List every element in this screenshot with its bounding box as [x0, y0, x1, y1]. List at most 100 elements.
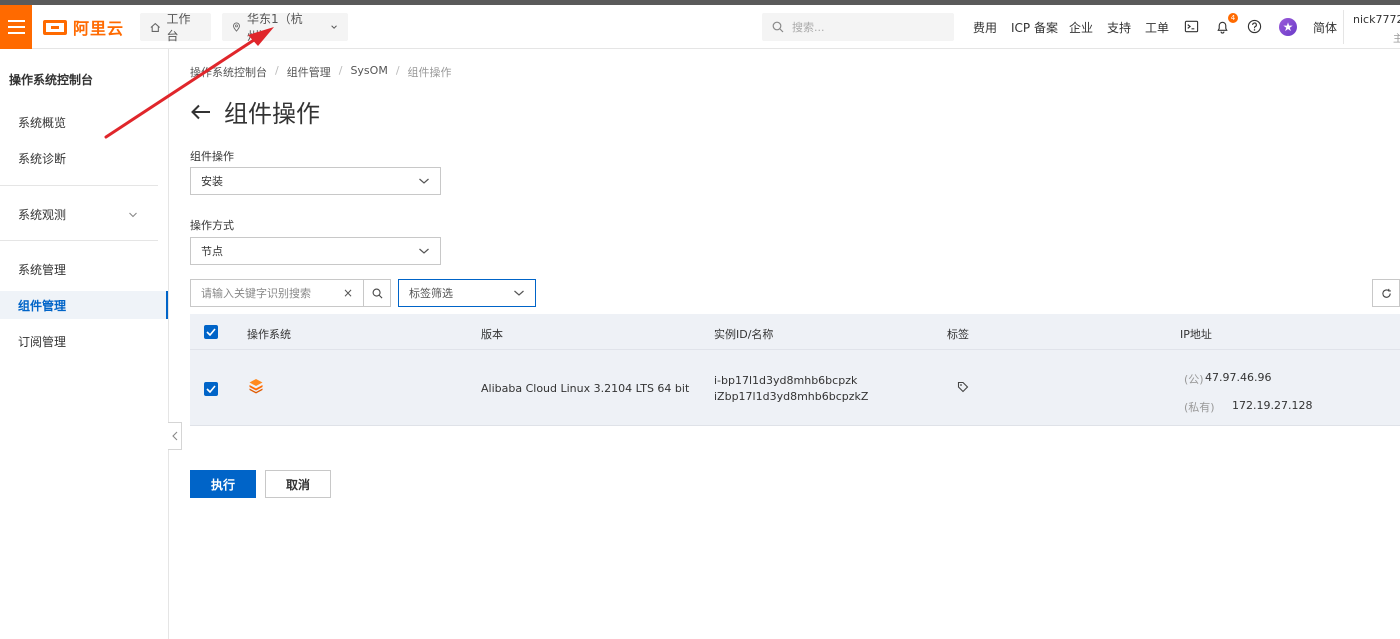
execute-button[interactable]: 执行: [190, 470, 256, 498]
billing-link[interactable]: 费用: [973, 19, 997, 36]
hamburger-menu-button[interactable]: [0, 5, 32, 49]
os-version: Alibaba Cloud Linux 3.2104 LTS 64 bit: [481, 382, 690, 395]
column-header-tags[interactable]: 标签: [947, 326, 969, 342]
sidebar-item-diagnosis[interactable]: 系统诊断: [0, 144, 168, 172]
operation-field-label: 组件操作: [190, 150, 234, 163]
row-checkbox[interactable]: [204, 382, 218, 396]
region-selector[interactable]: 华东1（杭州）: [222, 12, 348, 43]
user-role: 主: [1393, 34, 1400, 45]
region-label: 华东1（杭州）: [246, 12, 303, 43]
breadcrumb-separator: /: [395, 64, 400, 77]
menu-line: [7, 26, 25, 28]
clear-icon[interactable]: ×: [343, 286, 353, 300]
chevron-left-icon: [171, 431, 177, 441]
refresh-icon: [1381, 288, 1391, 298]
sidebar-item-subscription-management[interactable]: 订阅管理: [0, 327, 168, 355]
public-ip: 47.97.46.96: [1205, 371, 1272, 384]
page: 阿里云 工作台 华东1（杭州） 搜索... 费用 ICP 备案 企业 支持 工单…: [0, 0, 1400, 639]
private-ip: 172.19.27.128: [1232, 399, 1313, 412]
search-icon: [372, 288, 382, 298]
workbench-label: 工作台: [166, 12, 191, 43]
tag-filter-label: 标签筛选: [409, 287, 453, 300]
breadcrumb: 操作系统控制台 / 组件管理 / SysOM / 组件操作: [190, 64, 452, 80]
sidebar-item-system-management[interactable]: 系统管理: [0, 255, 168, 283]
home-icon: [150, 22, 161, 32]
public-ip-label: (公): [1184, 373, 1204, 386]
sidebar-item-label: 组件管理: [18, 298, 67, 313]
global-search-input[interactable]: 搜索...: [762, 13, 954, 41]
user-name[interactable]: nick77723: [1353, 13, 1400, 26]
breadcrumb-item-sysom[interactable]: SysOM: [350, 64, 387, 80]
alibaba-cloud-linux-icon: [249, 379, 263, 394]
sidebar: 操作系统控制台 系统概览 系统诊断 系统观测 系统管理 组件管理 订阅管理: [0, 49, 169, 639]
instance-name: iZbp17l1d3yd8mhb6bcpzkZ: [714, 390, 869, 403]
terminal-icon[interactable]: [1184, 19, 1200, 35]
workbench-button[interactable]: 工作台: [140, 12, 211, 43]
private-ip-label: (私有): [1184, 401, 1215, 414]
ai-assistant-icon[interactable]: ★: [1279, 18, 1297, 36]
sidebar-item-label: 系统诊断: [18, 151, 67, 166]
keyword-search-input[interactable]: 请输入关键字识别搜索 ×: [190, 279, 364, 307]
column-header-os[interactable]: 操作系统: [247, 326, 291, 342]
cancel-button[interactable]: 取消: [265, 470, 331, 498]
aliyun-logo[interactable]: 阿里云: [43, 16, 124, 38]
icp-filing-link[interactable]: ICP 备案: [1011, 19, 1058, 36]
sidebar-item-label: 系统观测: [18, 207, 67, 222]
keyword-search-button[interactable]: [363, 279, 391, 307]
notification-badge: 4: [1228, 13, 1238, 23]
top-navigation-bar: 阿里云 工作台 华东1（杭州） 搜索... 费用 ICP 备案 企业 支持 工单…: [0, 5, 1400, 49]
sidebar-divider: [0, 185, 158, 186]
back-arrow-icon[interactable]: [190, 103, 212, 121]
breadcrumb-item-console[interactable]: 操作系统控制台: [190, 64, 267, 80]
language-link[interactable]: 简体: [1313, 19, 1337, 36]
column-header-instance[interactable]: 实例ID/名称: [714, 326, 773, 342]
search-placeholder: 搜索...: [792, 21, 825, 34]
table-header: 操作系统 版本 实例ID/名称 标签 IP地址: [190, 314, 1400, 350]
sidebar-item-label: 订阅管理: [18, 334, 67, 349]
location-pin-icon: [233, 22, 240, 32]
breadcrumb-separator: /: [338, 64, 343, 77]
column-header-version[interactable]: 版本: [481, 326, 503, 342]
refresh-button[interactable]: [1372, 279, 1400, 307]
keyword-search-placeholder: 请输入关键字识别搜索: [201, 287, 311, 300]
operation-select[interactable]: 安装: [190, 167, 441, 195]
method-field-label: 操作方式: [190, 219, 234, 232]
support-link[interactable]: 支持: [1107, 19, 1131, 36]
sidebar-item-overview[interactable]: 系统概览: [0, 108, 168, 136]
ticket-link[interactable]: 工单: [1145, 19, 1169, 36]
tag-icon[interactable]: [957, 381, 969, 393]
menu-line: [7, 32, 25, 34]
chevron-down-icon: [514, 290, 524, 296]
select-all-checkbox[interactable]: [204, 325, 218, 339]
method-select[interactable]: 节点: [190, 237, 441, 265]
sidebar-divider: [0, 240, 158, 241]
breadcrumb-separator: /: [275, 64, 279, 77]
chevron-down-icon: [331, 25, 337, 29]
tag-filter-select[interactable]: 标签筛选: [398, 279, 536, 307]
chevron-down-icon: [129, 212, 137, 218]
logo-text: 阿里云: [73, 19, 125, 38]
sidebar-collapse-button[interactable]: [168, 422, 182, 450]
sidebar-item-observability[interactable]: 系统观测: [0, 200, 168, 228]
menu-line: [7, 20, 25, 22]
page-title-row: 组件操作: [190, 94, 320, 129]
aliyun-logo-icon: [43, 19, 67, 35]
operation-select-value: 安装: [201, 175, 223, 188]
breadcrumb-item-component-management[interactable]: 组件管理: [287, 64, 331, 80]
checkmark-icon: [206, 328, 216, 336]
sidebar-title: 操作系统控制台: [9, 73, 94, 87]
checkmark-icon: [206, 385, 216, 393]
table-row[interactable]: Alibaba Cloud Linux 3.2104 LTS 64 bit i-…: [190, 350, 1400, 426]
sidebar-item-component-management[interactable]: 组件管理: [0, 291, 168, 319]
help-icon[interactable]: [1247, 19, 1263, 35]
search-icon: [772, 21, 784, 33]
sidebar-item-label: 系统概览: [18, 115, 67, 130]
enterprise-link[interactable]: 企业: [1069, 19, 1093, 36]
user-divider: [1343, 10, 1344, 44]
chevron-down-icon: [419, 178, 429, 184]
column-header-ip[interactable]: IP地址: [1180, 326, 1212, 342]
instance-id[interactable]: i-bp17l1d3yd8mhb6bcpzk: [714, 374, 857, 387]
breadcrumb-item-current: 组件操作: [407, 66, 452, 79]
method-select-value: 节点: [201, 245, 223, 258]
sidebar-item-label: 系统管理: [18, 262, 67, 277]
